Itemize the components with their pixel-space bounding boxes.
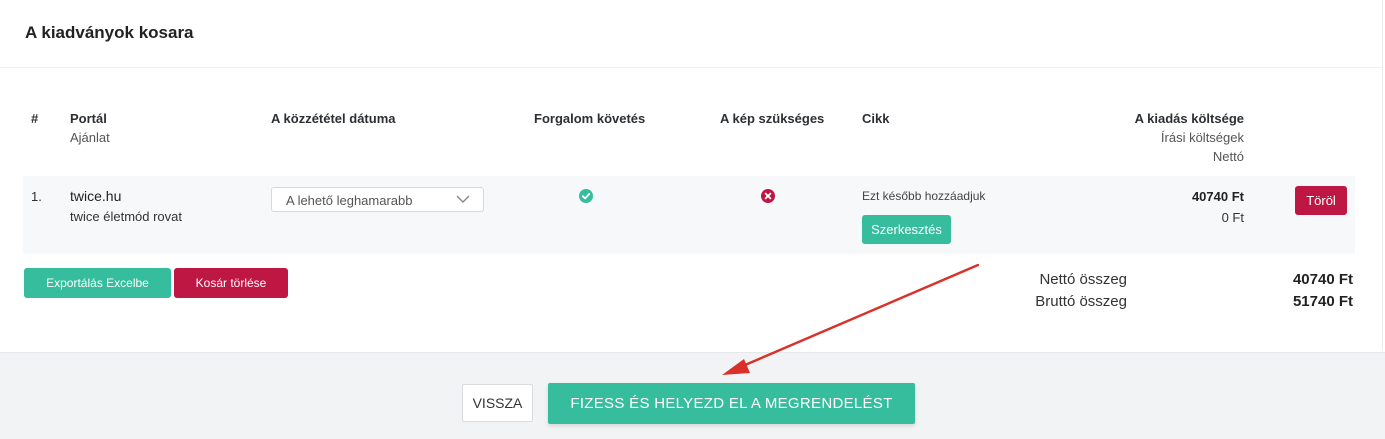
- page-title: A kiadványok kosara: [25, 23, 194, 42]
- article-status: Ezt később hozzáadjuk: [862, 189, 986, 203]
- header-number: #: [31, 111, 39, 126]
- chevron-down-icon: [456, 195, 470, 203]
- header-publish-date: A közzététel dátuma: [271, 111, 396, 126]
- cart-card: A kiadványok kosara # Portál Ajánlat A k…: [0, 0, 1385, 439]
- header-image-required: A kép szükséges: [720, 111, 825, 126]
- card-border: [1382, 0, 1383, 350]
- header-offer: Ajánlat: [70, 130, 110, 145]
- delete-row-button[interactable]: Töröl: [1295, 186, 1347, 215]
- header-cost: A kiadás költsége: [1134, 111, 1244, 126]
- back-button[interactable]: VISSZA: [462, 384, 533, 422]
- clear-cart-button[interactable]: Kosár törlése: [174, 268, 288, 298]
- pay-and-order-button[interactable]: FIZESS ÉS HELYEZD EL A MEGRENDELÉST: [548, 383, 915, 424]
- edit-article-button[interactable]: Szerkesztés: [862, 215, 951, 244]
- cost-value: 40740 Ft: [1191, 189, 1244, 204]
- net-total-value: 40740 Ft: [1292, 271, 1353, 288]
- header-article: Cikk: [862, 111, 890, 126]
- row-number: 1.: [31, 189, 42, 204]
- header-net: Nettó: [1212, 149, 1244, 164]
- gross-total-value: 51740 Ft: [1292, 293, 1353, 310]
- publish-date-value: A lehető leghamarabb: [286, 193, 413, 208]
- gross-total-label: Bruttó összeg: [1035, 293, 1127, 310]
- header-writing-cost: Írási költségek: [1160, 130, 1244, 145]
- card-header: A kiadványok kosara: [0, 0, 1383, 68]
- check-circle-icon: [579, 189, 593, 203]
- header-portal: Portál: [70, 111, 107, 126]
- table-row: [23, 176, 1355, 254]
- offer-name: twice életmód rovat: [70, 209, 182, 224]
- portal-name: twice.hu: [70, 188, 122, 204]
- publish-date-select[interactable]: A lehető leghamarabb: [271, 187, 484, 212]
- net-total-label: Nettó összeg: [1039, 271, 1127, 288]
- export-excel-button[interactable]: Exportálás Excelbe: [24, 268, 171, 298]
- header-traffic-tracking: Forgalom követés: [534, 111, 646, 126]
- writing-cost-value: 0 Ft: [1221, 210, 1244, 225]
- x-circle-icon: [761, 189, 775, 203]
